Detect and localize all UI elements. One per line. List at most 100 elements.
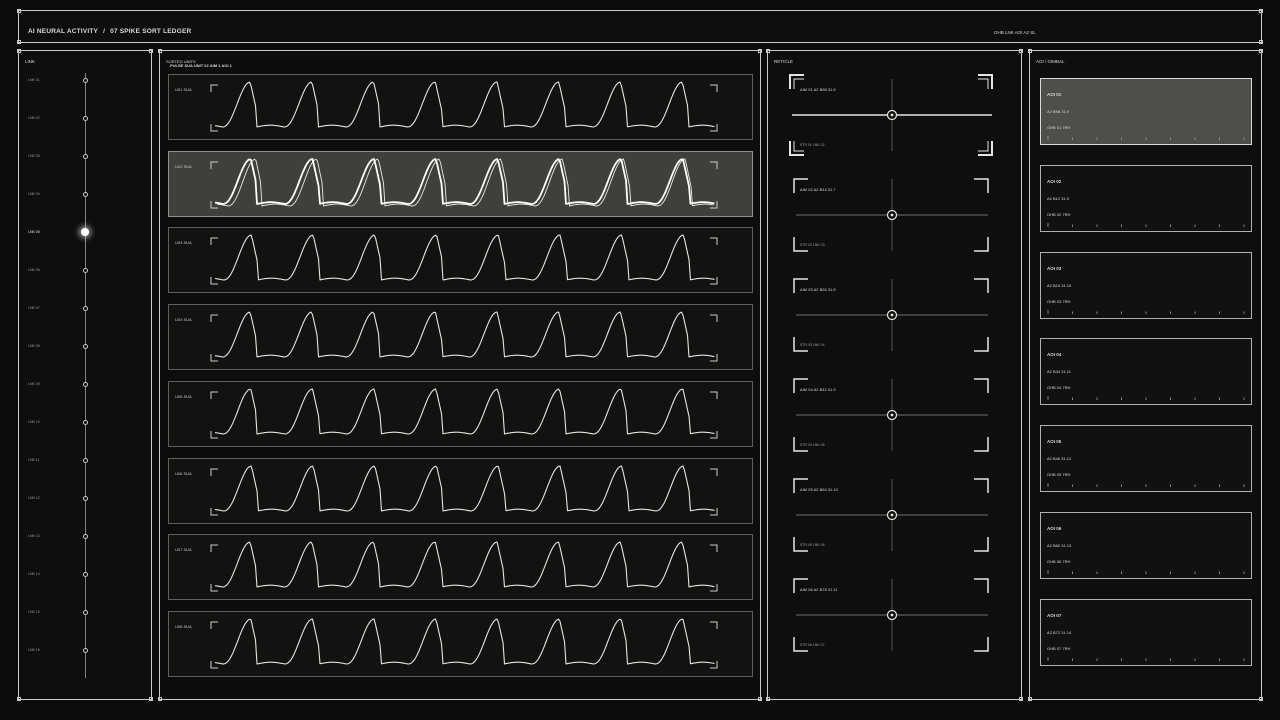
link-node[interactable] bbox=[83, 154, 88, 159]
reticle-top-readout: AIM 02 A2 B14 31.7 bbox=[800, 187, 836, 192]
link-node-label: LNK 08 bbox=[28, 344, 40, 348]
aoi-card[interactable]: AOI 01 A2 B98 31.9 GHB 01 7RH bbox=[1040, 78, 1252, 145]
reticle-cell[interactable]: AIM 04 A2 B42 31.9 STR 04 LNK 05 bbox=[768, 365, 1023, 465]
aoi-card[interactable]: AOI 04 A2 B34 31.11 GHB 04 7RH bbox=[1040, 338, 1252, 406]
unit-waveform bbox=[210, 464, 718, 515]
bracket-top-right bbox=[710, 237, 718, 246]
link-node-row[interactable]: LNK 10 bbox=[19, 417, 153, 431]
link-node-row[interactable]: LNK 06 bbox=[19, 265, 153, 279]
reticle-cell[interactable]: AIM 03 A2 B26 31.8 STR 03 LNK 04 bbox=[768, 265, 1023, 365]
link-node-label: LNK 06 bbox=[28, 268, 40, 272]
aoi-card[interactable]: AOI 06 A2 B60 31.13 GHB 06 7RH bbox=[1040, 512, 1252, 579]
link-node[interactable] bbox=[83, 268, 88, 273]
bracket-top-right bbox=[710, 161, 718, 169]
aoi-card-status: GHB 02 7RH bbox=[1047, 211, 1071, 217]
aoi-card[interactable]: AOI 02 A2 B12 31.9 GHB 02 7RH bbox=[1040, 164, 1252, 232]
unit-waveform bbox=[210, 618, 718, 669]
link-node[interactable] bbox=[83, 534, 88, 539]
link-node[interactable] bbox=[83, 458, 88, 463]
aoi-card[interactable]: AOI 05 A2 B46 31.12 GHB 05 7RH bbox=[1040, 425, 1252, 493]
link-node[interactable] bbox=[83, 648, 88, 653]
reticle-bottom-readout: STR 03 LNK 04 bbox=[800, 343, 825, 347]
link-node[interactable] bbox=[83, 344, 88, 349]
link-node-active[interactable] bbox=[81, 228, 89, 236]
unit-waveform-trace bbox=[214, 388, 715, 435]
link-node[interactable] bbox=[83, 382, 88, 387]
bracket-top-right bbox=[710, 84, 718, 92]
unit-waveform-trace bbox=[214, 157, 715, 205]
section-title: 07 SPIKE SORT LEDGER bbox=[110, 28, 192, 35]
unit-row[interactable]: U02 SUA bbox=[168, 150, 753, 217]
link-node-label: LNK 10 bbox=[28, 420, 40, 424]
reticle-corner bbox=[974, 478, 989, 493]
link-node-row[interactable]: LNK 12 bbox=[19, 493, 153, 507]
link-node[interactable] bbox=[83, 496, 88, 501]
unit-waveform bbox=[210, 311, 718, 362]
unit-row[interactable]: U01 SUA bbox=[168, 74, 753, 140]
link-node-row[interactable]: LNK 01 bbox=[19, 75, 153, 89]
aoi-card[interactable]: AOI 07 A2 B72 31.14 GHB 07 7RH bbox=[1040, 598, 1252, 666]
unit-row[interactable]: U08 SUA bbox=[168, 610, 753, 677]
link-node-row[interactable]: LNK 03 bbox=[19, 151, 153, 165]
unit-row[interactable]: U03 SUA bbox=[168, 227, 753, 294]
unit-waveform-trace bbox=[214, 541, 715, 588]
unit-row[interactable]: U07 SUA bbox=[168, 534, 753, 601]
reticle-cell[interactable]: AIM 06 A2 B78 31.11 STR 06 LNK 07 bbox=[768, 565, 1023, 665]
link-node[interactable] bbox=[83, 420, 88, 425]
link-node-row[interactable]: LNK 05 bbox=[19, 227, 153, 241]
link-node-row[interactable]: LNK 04 bbox=[19, 189, 153, 203]
aoi-card[interactable]: AOI 03 A2 B24 31.10 GHB 03 7RH bbox=[1040, 251, 1252, 319]
bracket-top-right bbox=[710, 391, 718, 399]
unit-row[interactable]: U05 SUA bbox=[168, 380, 753, 447]
link-node-label: LNK 07 bbox=[28, 306, 40, 310]
aoi-card-title: AOI 06 bbox=[1047, 526, 1062, 531]
bracket-bottom-left bbox=[210, 507, 218, 515]
link-node[interactable] bbox=[83, 192, 88, 197]
reticle-center-dot bbox=[890, 513, 894, 517]
reticle-center-dot bbox=[890, 413, 894, 417]
unit-waveform bbox=[210, 234, 718, 285]
link-node-row[interactable]: LNK 15 bbox=[19, 607, 153, 621]
bracket-bottom-left bbox=[210, 124, 218, 132]
link-node[interactable] bbox=[83, 572, 88, 577]
bracket-top-right bbox=[710, 468, 718, 476]
link-node[interactable] bbox=[83, 78, 88, 83]
bracket-bottom-left bbox=[210, 660, 218, 669]
reticle-bottom-readout: STR 05 LNK 06 bbox=[800, 543, 825, 547]
bracket-top-left bbox=[210, 621, 218, 629]
link-node-row[interactable]: LNK 08 bbox=[19, 341, 153, 355]
reticle-panel-title: RETICLE bbox=[774, 59, 794, 64]
link-node[interactable] bbox=[83, 116, 88, 121]
link-node-label: LNK 11 bbox=[28, 458, 40, 462]
bracket-bottom-left bbox=[210, 354, 218, 362]
link-node[interactable] bbox=[83, 610, 88, 615]
aoi-card-coords: A2 B98 31.9 bbox=[1047, 109, 1070, 114]
reticle-corner-inner bbox=[978, 141, 989, 152]
link-node-label: LNK 15 bbox=[28, 610, 40, 614]
aoi-card-status: GHB 06 7RH bbox=[1047, 559, 1071, 564]
aoi-card-status: GHB 04 7RH bbox=[1047, 385, 1071, 391]
unit-row[interactable]: U06 SUA bbox=[168, 457, 753, 524]
reticle-top-readout: AIM 06 A2 B78 31.11 bbox=[800, 587, 838, 592]
link-node-row[interactable]: LNK 11 bbox=[19, 455, 153, 469]
link-node-row[interactable]: LNK 07 bbox=[19, 303, 153, 317]
aoi-card-coords: A2 B60 31.13 bbox=[1047, 543, 1072, 548]
app-title: AI NEURAL ACTIVITY bbox=[28, 28, 99, 35]
bracket-bottom-right bbox=[710, 354, 718, 362]
aoi-gimbal-panel: AOI / GIMBAL AOI 01 A2 B98 31.9 GHB 01 7RH… bbox=[1028, 49, 1263, 701]
link-node[interactable] bbox=[83, 306, 88, 311]
aoi-card-title: AOI 01 bbox=[1047, 92, 1062, 97]
reticle-crosshair bbox=[793, 578, 989, 652]
link-node-row[interactable]: LNK 14 bbox=[19, 569, 153, 583]
link-node-label: LNK 03 bbox=[28, 154, 40, 158]
link-node-row[interactable]: LNK 09 bbox=[19, 379, 153, 393]
reticle-panel: RETICLE AIM 01 A2 B98 31.6 STR 01 LNK 02 A… bbox=[766, 49, 1023, 701]
reticle-cell[interactable]: AIM 01 A2 B98 31.6 STR 01 LNK 02 bbox=[768, 65, 1023, 165]
reticle-cell[interactable]: AIM 02 A2 B14 31.7 STR 02 LNK 03 bbox=[768, 165, 1023, 265]
link-node-row[interactable]: LNK 02 bbox=[19, 113, 153, 127]
reticle-corner-inner bbox=[978, 78, 989, 89]
link-node-row[interactable]: LNK 16 bbox=[19, 645, 153, 659]
reticle-cell[interactable]: AIM 05 A2 B54 31.10 STR 05 LNK 06 bbox=[768, 465, 1023, 565]
unit-row[interactable]: U04 SUA bbox=[168, 304, 753, 371]
link-node-row[interactable]: LNK 13 bbox=[19, 531, 153, 545]
